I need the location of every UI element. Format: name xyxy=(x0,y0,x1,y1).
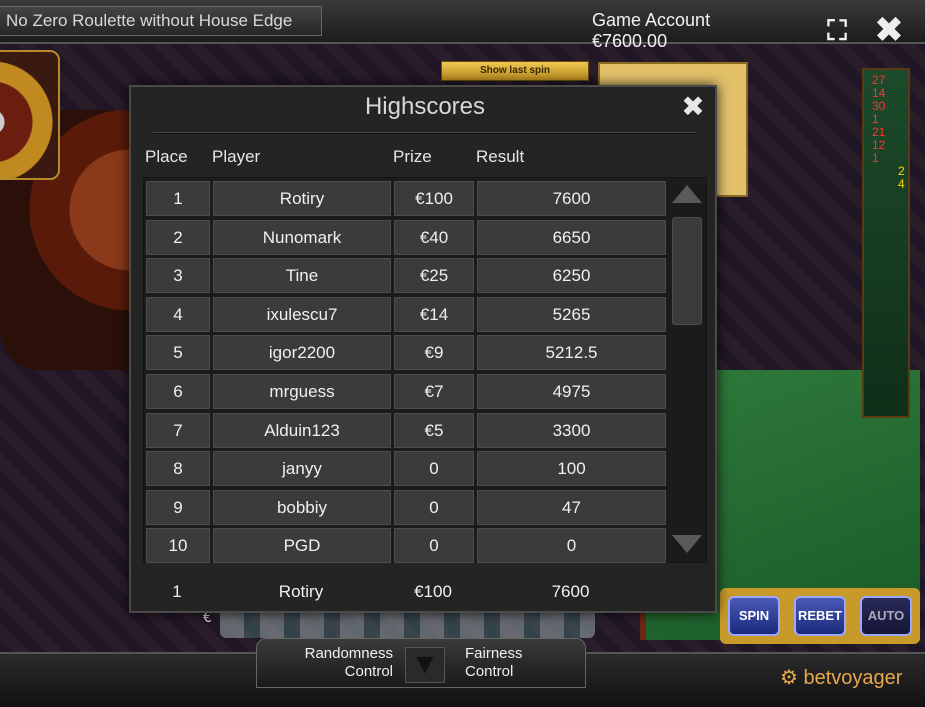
randomness-label: Randomness xyxy=(304,645,393,662)
prize-cell: €40 xyxy=(394,219,474,255)
action-buttons: SPIN REBET AUTO xyxy=(720,588,920,644)
fairness-control-button[interactable]: Fairness Control xyxy=(465,645,575,681)
fairness-label: Fairness xyxy=(465,645,523,662)
place-cell: 8 xyxy=(146,451,210,487)
close-icon[interactable]: ✖ xyxy=(872,13,906,49)
table-row: 6 mrguess €7 4975 xyxy=(146,373,668,413)
randomness-label: Control xyxy=(344,663,393,680)
place-cell: 7 xyxy=(146,412,210,448)
roulette-wheel-thumbnail xyxy=(0,50,60,180)
player-cell: mrguess xyxy=(213,373,391,409)
player-cell: ixulescu7 xyxy=(213,296,391,332)
auto-button[interactable]: AUTO xyxy=(860,596,912,636)
history-number: 27 xyxy=(872,73,886,87)
history-number: 1 xyxy=(872,112,879,126)
prize-cell: €100 xyxy=(394,181,474,216)
place-cell: 10 xyxy=(146,528,210,564)
scroll-up-icon[interactable] xyxy=(672,185,702,203)
result-cell: 0 xyxy=(477,528,666,564)
result-cell: 5265 xyxy=(477,296,666,332)
prize-cell: 0 xyxy=(394,528,474,564)
dialog-title: Highscores xyxy=(364,93,486,120)
divider xyxy=(153,132,697,134)
prize-cell: €5 xyxy=(394,412,474,448)
column-header-player: Player xyxy=(212,147,261,166)
chevron-down-icon[interactable]: ▼ xyxy=(405,647,445,683)
table-row: 1 Rotiry €100 7600 xyxy=(146,181,668,220)
show-last-spin-button[interactable]: Show last spin xyxy=(441,61,589,81)
close-icon[interactable]: ✖ xyxy=(679,93,707,121)
prize-cell: 0 xyxy=(394,451,474,487)
result-cell: 3300 xyxy=(477,412,666,448)
player-cell: Tine xyxy=(213,258,391,294)
place-cell: 2 xyxy=(146,219,210,255)
table-row: 8 janyy 0 100 xyxy=(146,451,668,490)
result-cell: 6650 xyxy=(477,219,666,255)
result-cell: 5212.5 xyxy=(477,335,666,371)
prize-cell: €9 xyxy=(394,335,474,371)
scroll-down-icon[interactable] xyxy=(672,535,702,553)
player-cell: bobbiy xyxy=(213,489,391,525)
table-body: 1 Rotiry €100 7600 2 Nunomark €40 6650 3… xyxy=(146,181,668,567)
prize-cell: €14 xyxy=(394,296,474,332)
result-cell: 100 xyxy=(477,451,666,487)
highscores-table: 1 Rotiry €100 7600 2 Nunomark €40 6650 3… xyxy=(143,177,707,564)
history-number: 30 xyxy=(872,99,886,113)
spin-history: 27 14 30 1 21 12 1 2 4 xyxy=(862,68,910,418)
rebet-button[interactable]: REBET xyxy=(794,596,846,636)
place-cell: 6 xyxy=(146,373,210,409)
table-row: 5 igor2200 €9 5212.5 xyxy=(146,335,668,374)
column-header-result: Result xyxy=(476,147,525,166)
spin-button[interactable]: SPIN xyxy=(728,596,780,636)
table-row: 4 ixulescu7 €14 5265 xyxy=(146,296,668,336)
player-cell: igor2200 xyxy=(213,335,391,371)
column-header-prize: Prize xyxy=(393,147,432,166)
prize-cell: €100 xyxy=(414,582,452,601)
result-cell: 4975 xyxy=(477,373,666,409)
result-cell: 7600 xyxy=(551,582,590,601)
result-cell: 6250 xyxy=(477,258,666,294)
history-number: 21 xyxy=(872,125,886,139)
player-cell: Rotiry xyxy=(213,181,391,216)
player-cell: Nunomark xyxy=(213,219,391,255)
place-cell: 9 xyxy=(146,489,210,525)
brand-logo: ⚙ betvoyager xyxy=(780,667,903,689)
history-number: 4 xyxy=(898,177,905,191)
place-cell: 4 xyxy=(146,296,210,332)
column-header-place: Place xyxy=(145,147,188,166)
table-row: 9 bobbiy 0 47 xyxy=(146,489,668,529)
prize-cell: €25 xyxy=(394,258,474,294)
place-cell: 1 xyxy=(146,181,210,216)
table-header: Place Player Prize Result xyxy=(131,147,719,169)
current-player-row: 1 Rotiry €100 7600 xyxy=(145,575,667,605)
controls-tab: Randomness Control ▼ Fairness Control xyxy=(256,638,586,688)
player-cell: PGD xyxy=(213,528,391,564)
prize-cell: 0 xyxy=(394,489,474,525)
game-account-balance: Game Account €7600.00 xyxy=(592,10,711,51)
table-row: 3 Tine €25 6250 xyxy=(146,258,668,297)
table-row: 10 PGD 0 0 xyxy=(146,528,668,567)
player-cell: Rotiry xyxy=(278,582,324,601)
player-cell: Alduin123 xyxy=(213,412,391,448)
prize-cell: €7 xyxy=(394,373,474,409)
table-row: 2 Nunomark €40 6650 xyxy=(146,219,668,259)
game-title: No Zero Roulette without House Edge xyxy=(0,6,322,36)
player-cell: janyy xyxy=(213,451,391,487)
table-scrollbar[interactable] xyxy=(672,181,704,559)
history-number: 12 xyxy=(872,138,886,152)
scroll-thumb[interactable] xyxy=(672,217,702,325)
place-cell: 5 xyxy=(146,335,210,371)
place-cell: 1 xyxy=(172,582,182,601)
brand-name: betvoyager xyxy=(803,667,903,689)
result-cell: 7600 xyxy=(477,181,666,216)
randomness-control-button[interactable]: Randomness Control xyxy=(283,645,393,681)
table-row: 7 Alduin123 €5 3300 xyxy=(146,412,668,452)
fullscreen-icon[interactable]: ⛶ xyxy=(820,14,854,48)
result-cell: 47 xyxy=(477,489,666,525)
place-cell: 3 xyxy=(146,258,210,294)
top-bar: No Zero Roulette without House Edge Game… xyxy=(0,0,925,51)
highscores-dialog: Highscores ✖ Place Player Prize Result 1… xyxy=(129,85,717,613)
history-number: 14 xyxy=(872,86,886,100)
fairness-label: Control xyxy=(465,663,514,680)
